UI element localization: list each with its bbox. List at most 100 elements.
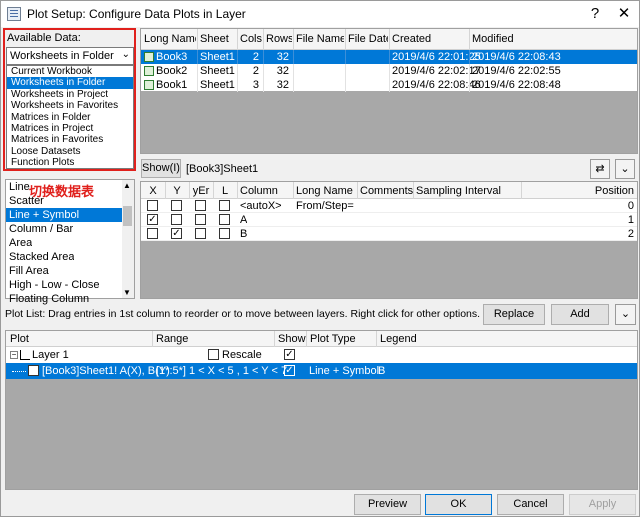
replace-button[interactable]: Replace — [483, 304, 545, 325]
column-divider — [389, 50, 390, 64]
available-data-dropdown[interactable]: Worksheets in Folder ⌄ — [6, 47, 134, 65]
book-column-header[interactable]: File Name — [296, 33, 344, 45]
l-checkbox[interactable] — [219, 228, 230, 239]
column-name: <autoX> — [240, 200, 282, 212]
available-data-option[interactable]: Function Plots — [7, 157, 133, 168]
show-button[interactable]: Show(I) — [141, 159, 181, 178]
column-divider — [389, 29, 390, 50]
table-row[interactable]: <autoX> From/Step= 0 — [141, 199, 637, 213]
expand-icon[interactable]: ⌄ — [615, 304, 636, 325]
column-name: B — [240, 228, 248, 240]
column-header[interactable]: Sampling Interval — [416, 185, 501, 197]
book-column-header[interactable]: Sheet — [200, 33, 236, 45]
table-row[interactable]: ✓ B 2 — [141, 227, 637, 241]
plot-list-column-header[interactable]: Plot Type — [310, 333, 356, 345]
preview-button[interactable]: Preview — [354, 494, 421, 515]
current-sheet-label: [Book3]Sheet1 — [186, 163, 259, 175]
y-checkbox[interactable] — [171, 200, 182, 211]
column-header[interactable]: X — [141, 185, 165, 197]
plot-list-column-header[interactable]: Plot — [10, 333, 29, 345]
yer-checkbox[interactable] — [195, 228, 206, 239]
plot-type-item[interactable]: Fill Area — [6, 264, 122, 278]
plot-row[interactable]: [Book3]Sheet1! A(X), B(Y) [1*:5*] 1 < X … — [6, 363, 637, 379]
column-header[interactable]: L — [213, 185, 237, 197]
plot-type-scrollbar[interactable]: ▲ ▼ — [122, 180, 134, 298]
table-cell: Book2 — [156, 65, 188, 77]
table-row[interactable]: Book3 Sheet1 2 32 2019/4/6 22:01:25 2019/4/6 … — [141, 50, 637, 64]
x-checkbox[interactable] — [147, 200, 158, 211]
column-divider — [469, 64, 470, 78]
column-header[interactable]: Y — [165, 185, 189, 197]
available-data-option[interactable]: Loose Datasets — [7, 146, 133, 157]
plot-type: Line + Symbol — [309, 365, 380, 377]
x-checkbox[interactable]: ✓ — [147, 214, 158, 225]
cancel-button[interactable]: Cancel — [497, 494, 564, 515]
available-data-option[interactable]: Matrices in Favorites — [7, 134, 133, 145]
y-checkbox[interactable]: ✓ — [171, 228, 182, 239]
available-data-option[interactable]: Worksheets in Project — [7, 89, 133, 100]
column-header[interactable]: Comments — [360, 185, 413, 197]
plot-type-item[interactable]: Area — [6, 236, 122, 250]
y-checkbox[interactable] — [171, 214, 182, 225]
plot-list-column-header[interactable]: Show — [278, 333, 306, 345]
plot-name: [Book3]Sheet1! A(X), B(Y) — [42, 365, 170, 377]
yer-checkbox[interactable] — [195, 200, 206, 211]
workbook-icon — [144, 80, 154, 90]
column-divider — [293, 78, 294, 92]
l-checkbox[interactable] — [219, 200, 230, 211]
plot-type-item[interactable]: High - Low - Close — [6, 278, 122, 292]
book-column-header[interactable]: Modified — [472, 33, 636, 45]
column-header[interactable]: yEr — [189, 185, 213, 197]
x-checkbox[interactable] — [147, 228, 158, 239]
available-data-option[interactable]: Current Workbook — [7, 66, 133, 77]
column-divider — [293, 182, 294, 199]
swap-icon[interactable]: ⇄ — [590, 159, 610, 179]
collapse-icon[interactable]: − — [10, 351, 18, 359]
plot-list-hint: Plot List: Drag entries in 1st column to… — [5, 308, 481, 320]
l-checkbox[interactable] — [219, 214, 230, 225]
table-cell: 2019/4/6 22:08:46 — [392, 79, 481, 91]
book-column-header[interactable]: Created — [392, 33, 468, 45]
plot-type-item[interactable]: Stacked Area — [6, 250, 122, 264]
layer-row[interactable]: − Layer 1 Rescale ✓ — [6, 347, 637, 363]
scroll-thumb[interactable] — [123, 206, 132, 226]
book-column-header[interactable]: File Date — [348, 33, 388, 45]
book-column-header[interactable]: Rows — [266, 33, 292, 45]
column-header[interactable]: Column — [240, 185, 278, 197]
column-header[interactable]: Long Name — [296, 185, 353, 197]
line-symbol-plot-icon — [28, 365, 39, 376]
option-label: Loose Datasets — [11, 145, 81, 157]
table-cell: 2019/4/6 22:08:43 — [472, 51, 561, 63]
layer-show-checkbox[interactable]: ✓ — [284, 349, 295, 360]
book-column-header[interactable]: Cols — [240, 33, 262, 45]
plot-type-item[interactable]: Line + Symbol — [6, 208, 122, 222]
switch-table-annotation: 切换数据表 — [29, 184, 95, 199]
table-cell: Book1 — [156, 79, 188, 91]
available-data-option[interactable]: Worksheets in Favorites — [7, 100, 133, 111]
book-column-header[interactable]: Long Name — [144, 33, 196, 45]
plot-list-column-header[interactable]: Range — [156, 333, 188, 345]
available-data-option[interactable]: Worksheets in Folder — [7, 77, 133, 89]
plot-show-checkbox[interactable]: ✓ — [284, 365, 295, 376]
rescale-checkbox[interactable] — [208, 349, 219, 360]
ok-button[interactable]: OK — [425, 494, 492, 515]
plot-type-label: Line + Symbol — [9, 209, 80, 221]
apply-button[interactable]: Apply — [569, 494, 636, 515]
plot-type-item[interactable]: Column / Bar — [6, 222, 122, 236]
close-button[interactable]: ✕ — [613, 4, 635, 24]
table-row[interactable]: ✓ A 1 — [141, 213, 637, 227]
table-row[interactable]: Book2 Sheet1 2 32 2019/4/6 22:02:17 2019/4/6 … — [141, 64, 637, 78]
help-button[interactable]: ? — [584, 4, 606, 24]
plot-type-label: Line — [9, 181, 30, 193]
yer-checkbox[interactable] — [195, 214, 206, 225]
add-button[interactable]: Add — [551, 304, 609, 325]
column-divider — [237, 29, 238, 50]
plot-type-item[interactable]: Floating Column — [6, 292, 122, 306]
column-header[interactable]: Position — [521, 185, 634, 197]
available-data-option[interactable]: Matrices in Folder — [7, 112, 133, 123]
expand-icon[interactable]: ⌄ — [615, 159, 635, 179]
column-divider — [521, 182, 522, 199]
table-row[interactable]: Book1 Sheet1 3 32 2019/4/6 22:08:46 2019/4/6 … — [141, 78, 637, 92]
plot-list-column-header[interactable]: Legend — [380, 333, 417, 345]
available-data-option[interactable]: Matrices in Project — [7, 123, 133, 134]
